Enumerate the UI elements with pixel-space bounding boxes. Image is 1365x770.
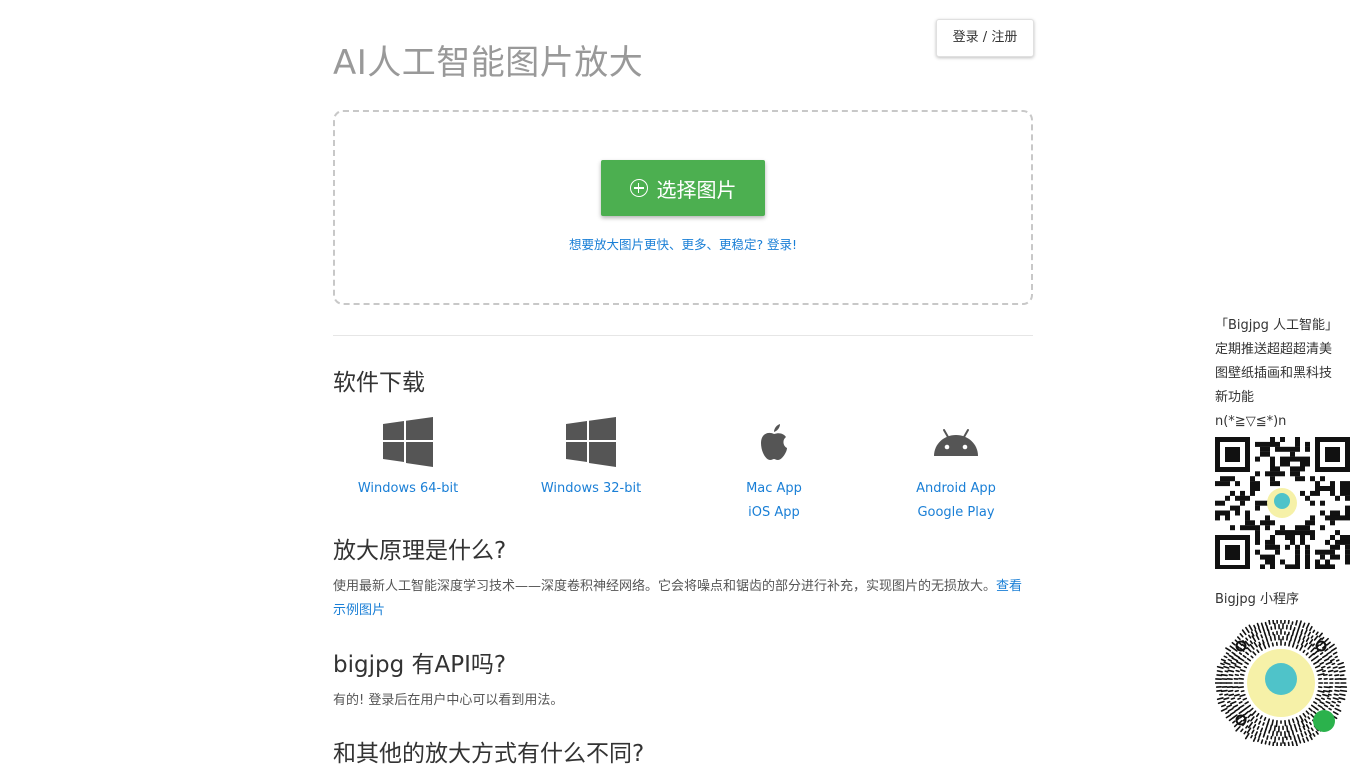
answer-text: 使用最新人工智能深度学习技术——深度卷积神经网络。它会将噪点和锯齿的部分进行补充… bbox=[333, 579, 996, 594]
windows-32-link[interactable]: Windows 32-bit bbox=[516, 477, 666, 501]
upload-dropzone[interactable]: 选择图片 想要放大图片更快、更多、更稳定? 登录! bbox=[333, 110, 1033, 305]
login-register-button[interactable]: 登录 / 注册 bbox=[936, 19, 1034, 57]
windows-icon bbox=[333, 417, 483, 467]
faq-answer-api: 有的! 登录后在用户中心可以看到用法。 bbox=[333, 689, 1033, 713]
android-app-link[interactable]: Android App bbox=[881, 477, 1031, 501]
faq-question-difference: 和其他的放大方式有什么不同? bbox=[333, 738, 644, 770]
windows-64-link[interactable]: Windows 64-bit bbox=[333, 477, 483, 501]
mini-program-code bbox=[1215, 620, 1348, 746]
add-circle-icon bbox=[630, 179, 648, 197]
download-apple: Mac App iOS App bbox=[699, 417, 849, 525]
download-windows-32: Windows 32-bit bbox=[516, 417, 666, 501]
promo-line: 新功能 bbox=[1215, 386, 1360, 410]
site-title: AI人工智能图片放大 bbox=[333, 41, 643, 85]
apple-icon bbox=[699, 417, 849, 467]
promo-line: n(*≧▽≦*)n bbox=[1215, 410, 1360, 434]
download-windows-64: Windows 64-bit bbox=[333, 417, 483, 501]
faq-question-principle: 放大原理是什么? bbox=[333, 535, 506, 567]
faq-answer-principle: 使用最新人工智能深度学习技术——深度卷积神经网络。它会将噪点和锯齿的部分进行补充… bbox=[333, 575, 1033, 623]
download-android: Android App Google Play bbox=[881, 417, 1031, 525]
wechat-promo: 「Bigjpg 人工智能」 定期推送超超超清美 图壁纸插画和黑科技 新功能 n(… bbox=[1215, 314, 1360, 434]
faq-question-api: bigjpg 有API吗? bbox=[333, 649, 506, 681]
mac-app-link[interactable]: Mac App bbox=[699, 477, 849, 501]
windows-icon bbox=[516, 417, 666, 467]
promo-line: 图壁纸插画和黑科技 bbox=[1215, 362, 1360, 386]
login-prompt-link[interactable]: 想要放大图片更快、更多、更稳定? 登录! bbox=[335, 234, 1031, 253]
divider bbox=[333, 335, 1033, 336]
mini-program-label: Bigjpg 小程序 bbox=[1215, 588, 1299, 612]
promo-line: 定期推送超超超清美 bbox=[1215, 338, 1360, 362]
ios-app-link[interactable]: iOS App bbox=[699, 501, 849, 525]
select-image-label: 选择图片 bbox=[657, 174, 737, 203]
android-icon bbox=[881, 417, 1031, 467]
promo-line: 「Bigjpg 人工智能」 bbox=[1215, 314, 1360, 338]
downloads-heading: 软件下载 bbox=[333, 367, 425, 399]
wechat-qr-code bbox=[1215, 437, 1350, 569]
google-play-link[interactable]: Google Play bbox=[881, 501, 1031, 525]
select-image-button[interactable]: 选择图片 bbox=[601, 160, 765, 216]
